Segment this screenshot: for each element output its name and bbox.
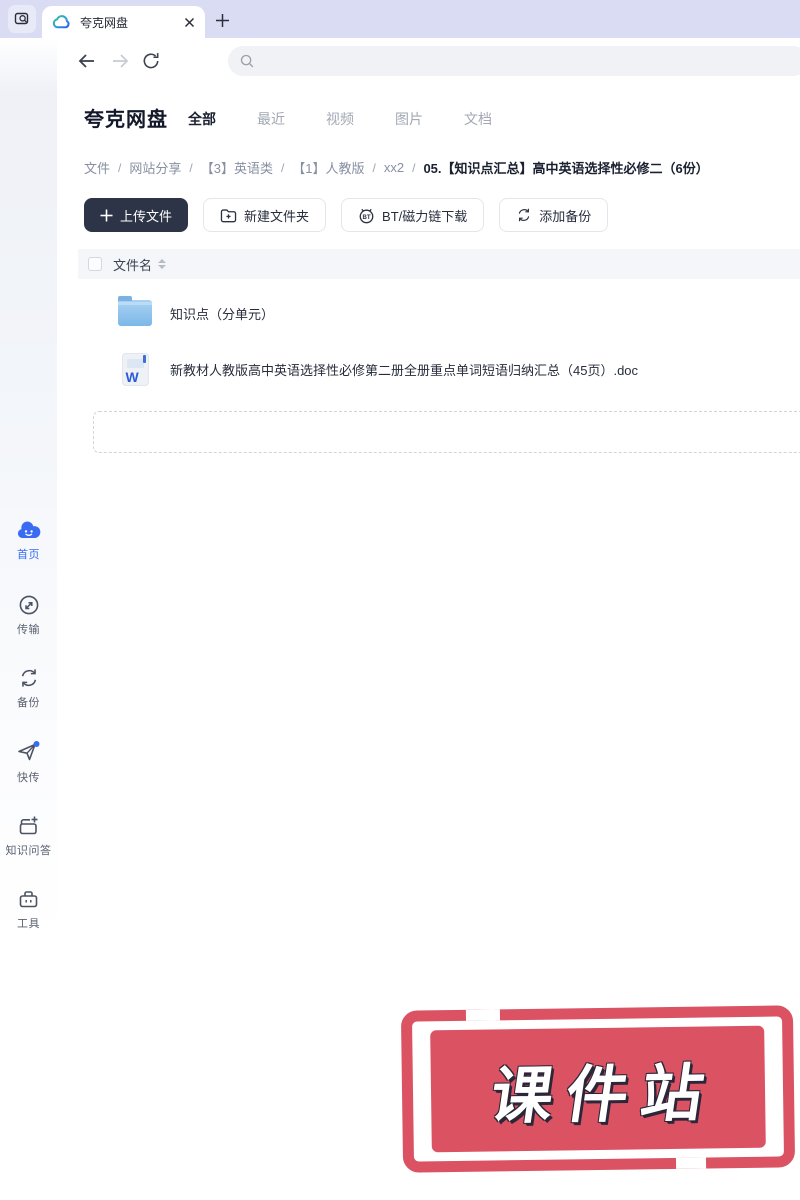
breadcrumb-separator: / (412, 160, 416, 175)
window-search-icon (14, 11, 30, 27)
tab-video[interactable]: 视频 (326, 109, 354, 129)
file-row-folder[interactable]: 知识点（分单元） (78, 285, 800, 341)
tab-search-button[interactable] (8, 5, 36, 33)
breadcrumb-current: 05.【知识点汇总】高中英语选择性必修二（6份） (423, 161, 709, 176)
breadcrumb-item[interactable]: 网站分享 (129, 158, 181, 177)
home-cloud-smile-icon (0, 519, 57, 541)
select-all-checkbox[interactable] (88, 257, 102, 271)
paper-plane-icon (0, 740, 57, 764)
upload-dropzone[interactable] (93, 411, 800, 453)
breadcrumb-item[interactable]: 文件 (84, 158, 110, 177)
sidebar-item-transfer[interactable]: 传输 (0, 594, 57, 637)
add-backup-label: 添加备份 (539, 208, 592, 224)
tab-recent[interactable]: 最近 (257, 109, 285, 129)
tab-close-icon[interactable] (184, 17, 195, 28)
bt-download-label: BT/磁力链下载 (382, 208, 468, 224)
word-doc-letter: W (125, 368, 139, 385)
transfer-icon (0, 594, 57, 616)
sidebar-item-label: 知识问答 (5, 845, 52, 857)
upload-file-button[interactable]: 上传文件 (84, 198, 189, 232)
bt-download-icon: BT (359, 208, 374, 223)
new-tab-button[interactable] (210, 8, 234, 32)
breadcrumb-separator: / (280, 160, 285, 175)
file-row-doc[interactable]: W 新教材人教版高中英语选择性必修第二册全册重点单词短语归纳汇总（45页）.do… (78, 341, 800, 397)
sidebar-item-label: 首页 (17, 549, 40, 561)
file-name[interactable]: 知识点（分单元） (170, 304, 274, 323)
app-sidebar: 首页 传输 备份 快传 知识问答 工具 (0, 38, 57, 1200)
bt-magnet-download-button[interactable]: BT BT/磁力链下载 (341, 198, 485, 232)
address-search-bar[interactable] (228, 46, 800, 76)
tab-document[interactable]: 文档 (464, 109, 492, 129)
word-doc-icon: W (121, 352, 149, 386)
folder-icon (118, 296, 152, 326)
new-folder-button[interactable]: 新建文件夹 (203, 198, 327, 232)
add-backup-button[interactable]: 添加备份 (499, 198, 609, 232)
sidebar-item-tools[interactable]: 工具 (0, 888, 57, 931)
sort-toggle-icon[interactable] (158, 259, 167, 269)
upload-file-label: 上传文件 (120, 208, 173, 224)
new-folder-icon (220, 208, 237, 222)
sidebar-item-home[interactable]: 首页 (0, 519, 57, 562)
back-icon[interactable] (76, 51, 97, 71)
quark-cloud-favicon (52, 13, 71, 32)
forward-icon[interactable] (110, 51, 131, 71)
sidebar-item-backup[interactable]: 备份 (0, 667, 57, 710)
stamp-text: 课件站 (486, 1059, 722, 1132)
sidebar-item-label: 快传 (17, 772, 40, 784)
sidebar-item-knowledge-qa[interactable]: 知识问答 (0, 815, 57, 858)
sidebar-item-label: 传输 (17, 624, 40, 636)
plus-icon (100, 209, 113, 221)
tab-image[interactable]: 图片 (395, 109, 423, 129)
browser-tab-strip: 夸克网盘 (0, 0, 800, 38)
tab-all[interactable]: 全部 (188, 109, 216, 129)
knowledge-box-plus-icon (0, 815, 57, 837)
file-table-header: 文件名 (78, 249, 800, 279)
action-toolbar: 上传文件 新建文件夹 BT BT/磁力链下载 添加备份 (84, 198, 609, 232)
backup-sync-icon (519, 208, 530, 222)
page-title: 夸克网盘 (84, 109, 168, 131)
breadcrumb-separator: / (118, 160, 122, 175)
toolbox-icon (0, 888, 57, 910)
search-input[interactable] (263, 53, 743, 69)
browser-tab[interactable]: 夸克网盘 (42, 6, 205, 38)
filename-column-header: 文件名 (113, 257, 153, 273)
tab-title: 夸克网盘 (80, 15, 129, 30)
sidebar-item-label: 备份 (17, 697, 40, 709)
watermark-stamp: 课件站 (400, 1005, 796, 1173)
new-folder-label: 新建文件夹 (244, 208, 310, 224)
file-name[interactable]: 新教材人教版高中英语选择性必修第二册全册重点单词短语归纳汇总（45页）.doc (170, 360, 638, 379)
breadcrumb-item[interactable]: 【1】人教版 (292, 158, 364, 177)
reload-icon[interactable] (141, 51, 161, 71)
sidebar-item-label: 工具 (17, 918, 40, 930)
svg-text:BT: BT (363, 214, 371, 220)
breadcrumb-item[interactable]: 【3】英语类 (201, 158, 273, 177)
notification-dot (33, 741, 40, 747)
stamp-fill: 课件站 (430, 1025, 766, 1153)
breadcrumb: 文件 / 网站分享 / 【3】英语类 / 【1】人教版 / xx2 / 05.【… (84, 158, 800, 177)
breadcrumb-separator: / (372, 160, 376, 175)
breadcrumb-separator: / (189, 160, 193, 175)
filter-tabs: 全部 最近 视频 图片 文档 (188, 109, 492, 129)
plus-icon (215, 13, 229, 27)
sync-arrows-icon (0, 667, 57, 689)
sidebar-item-quick-send[interactable]: 快传 (0, 740, 57, 785)
breadcrumb-item[interactable]: xx2 (384, 160, 404, 175)
search-icon (239, 53, 255, 69)
